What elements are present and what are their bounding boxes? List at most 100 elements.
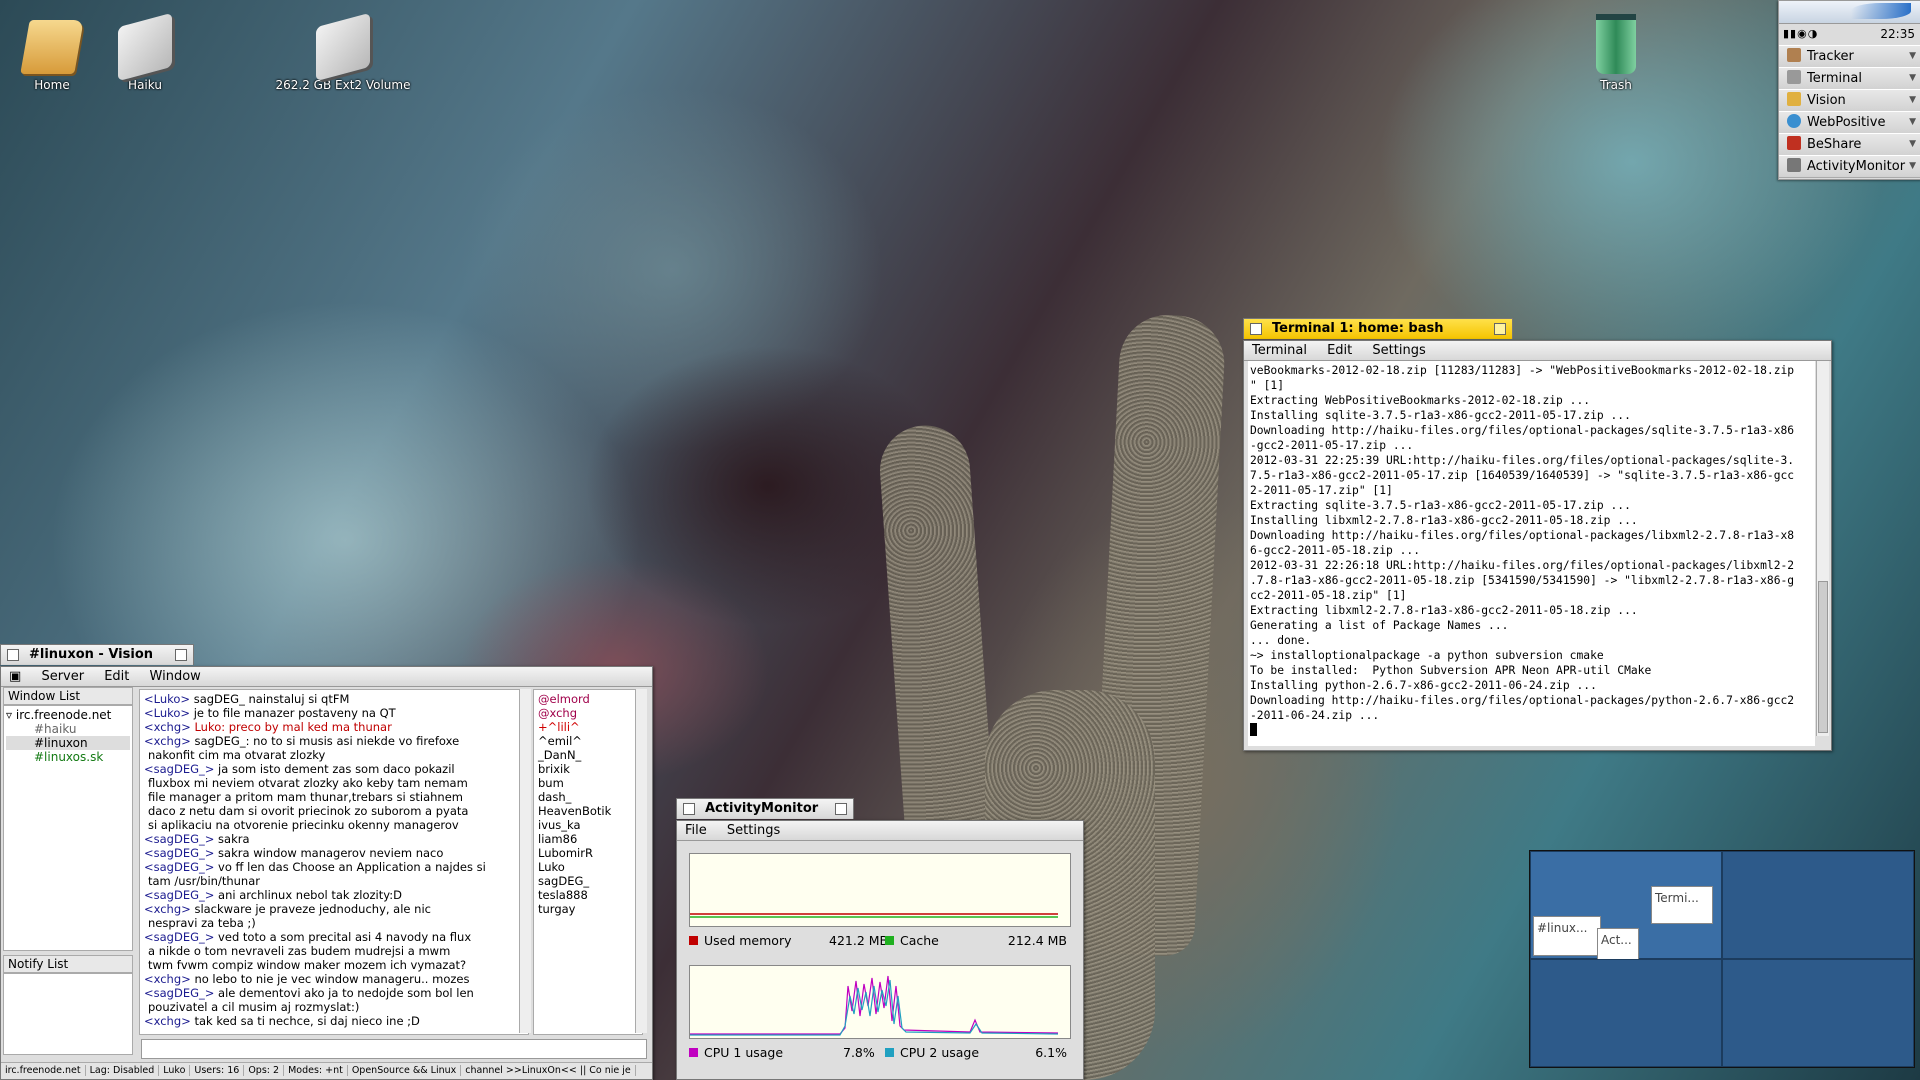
user-list-item[interactable]: @elmord <box>538 692 638 706</box>
memory-legend: Used memory 421.2 MB Cache 212.4 MB <box>689 933 1069 948</box>
terminal-line: 6-gcc2-2011-05-18.zip ... <box>1250 544 1421 557</box>
menu-window[interactable]: Window <box>142 669 209 684</box>
window-list-header: Window List <box>3 687 133 705</box>
user-list-item[interactable]: LubomirR <box>538 846 638 860</box>
menu-server[interactable]: Server <box>33 669 92 684</box>
activitymonitor-window: File Settings Used memory 421.2 MB Cache… <box>676 820 1084 1080</box>
user-list-item[interactable]: ^emil^ <box>538 734 638 748</box>
chat-nick: <sagDEG_> <box>144 846 215 860</box>
deskbar-item-webpositive[interactable]: WebPositive ▼ <box>1779 111 1920 134</box>
status-field: Lag: Disabled <box>85 1065 160 1076</box>
tree-channel-haiku[interactable]: #haiku <box>6 722 130 736</box>
terminal-line: .7.8-r1a3-x86-gcc2-2011-05-18.zip [53415… <box>1250 574 1795 587</box>
user-list-item[interactable]: Luko <box>538 860 638 874</box>
chat-scrollbar[interactable] <box>519 689 531 1033</box>
chat-input[interactable] <box>141 1039 647 1059</box>
menu-settings[interactable]: Settings <box>1364 343 1433 358</box>
chat-message: si aplikaciu na otvorenie priecinku oken… <box>144 818 524 832</box>
menu-edit[interactable]: Edit <box>1319 343 1360 358</box>
tree-expander-icon[interactable]: ▿ <box>6 708 12 722</box>
close-icon[interactable] <box>683 803 695 815</box>
desktop-icon-haiku[interactable]: Haiku <box>85 12 205 92</box>
cpu2-usage-line <box>690 979 1059 1036</box>
user-list[interactable]: @elmord @xchg +^lili^ ^emil^ _DanN_ brixik bum… <box>533 689 643 1035</box>
chat-message: <xchg> tak ked sa ti nechce, si daj niec… <box>144 1014 524 1028</box>
deskbar-leaf-menu[interactable] <box>1779 1 1920 24</box>
user-list-item[interactable]: brixik <box>538 762 638 776</box>
chat-log[interactable]: <Luko> sagDEG_ nainstaluj si qtFM <Luko> … <box>139 689 529 1035</box>
desktop-icon-trash[interactable]: Trash <box>1556 20 1676 92</box>
menu-edit[interactable]: Edit <box>96 669 137 684</box>
menu-file[interactable]: File <box>677 823 715 838</box>
chat-nick: <xchg> <box>144 1014 191 1028</box>
workspace-3[interactable] <box>1530 959 1722 1067</box>
terminal-line: " [1] <box>1250 379 1285 392</box>
scroll-thumb[interactable] <box>1818 581 1828 733</box>
user-list-item[interactable]: +^lili^ <box>538 720 638 734</box>
zoom-icon[interactable] <box>175 649 187 661</box>
deskbar-item-activitymonitor[interactable]: ActivityMonitor ▼ <box>1779 155 1920 178</box>
user-list-item[interactable]: turgay <box>538 902 638 916</box>
chat-nick: <sagDEG_> <box>144 930 215 944</box>
chevron-down-icon: ▼ <box>1909 117 1916 127</box>
vision-app-icon[interactable]: ▣ <box>1 669 29 684</box>
notify-list[interactable] <box>3 973 133 1055</box>
tree-channel-linuxon[interactable]: #linuxon <box>6 736 130 750</box>
zoom-icon[interactable] <box>1494 323 1506 335</box>
chat-message: <sagDEG_> ved toto a som precital asi 4 … <box>144 930 524 944</box>
window-list[interactable]: ▿ irc.freenode.net #haiku #linuxon #linu… <box>3 705 133 951</box>
terminal-output[interactable]: veBookmarks-2012-02-18.zip [11283/11283]… <box>1248 361 1815 746</box>
user-list-item[interactable]: HeavenBotik <box>538 804 638 818</box>
memory-graph-plot <box>690 913 1058 918</box>
user-list-item[interactable]: bum <box>538 776 638 790</box>
terminal-cursor <box>1250 723 1813 738</box>
workspace-window-terminal[interactable]: Termi... <box>1651 886 1713 924</box>
chat-message: <Luko> je to file manazer postaveny na Q… <box>144 706 524 720</box>
user-list-item[interactable]: sagDEG_ <box>538 874 638 888</box>
zoom-icon[interactable] <box>835 803 847 815</box>
user-list-item[interactable]: tesla888 <box>538 888 638 902</box>
chat-nick: <sagDEG_> <box>144 832 215 846</box>
deskbar-clock[interactable]: 22:35 <box>1880 27 1915 41</box>
system-tray[interactable]: ▮▮◉◑ <box>1783 27 1818 40</box>
deskbar-item-tracker[interactable]: Tracker ▼ <box>1779 45 1920 68</box>
chat-text: twm fvwm compiz window maker mozem ich v… <box>148 958 467 972</box>
tree-channel-linuxos[interactable]: #linuxos.sk <box>6 750 130 764</box>
terminal-line: Downloading http://haiku-files.org/files… <box>1250 424 1795 437</box>
close-icon[interactable] <box>7 649 19 661</box>
workspace-window-activitymonitor[interactable]: Act... <box>1597 928 1639 960</box>
chat-message: <xchg> Luko: preco by mal ked ma thunar <box>144 720 524 734</box>
terminal-line: ... done. <box>1250 634 1312 647</box>
tracker-icon <box>1787 48 1801 62</box>
user-list-item[interactable]: dash_ <box>538 790 638 804</box>
tree-server[interactable]: ▿ irc.freenode.net <box>6 708 130 722</box>
workspace-4[interactable] <box>1722 959 1914 1067</box>
activitymonitor-title-tab[interactable]: ActivityMonitor <box>676 798 854 819</box>
userlist-scrollbar[interactable] <box>635 689 647 1033</box>
user-list-item[interactable]: _DanN_ <box>538 748 638 762</box>
vision-title-tab[interactable]: #linuxon - Vision <box>0 644 194 665</box>
menu-settings[interactable]: Settings <box>719 823 788 838</box>
chat-text: nakonfit cim ma otvarat zlozky <box>148 748 326 762</box>
user-list-item[interactable]: liam86 <box>538 832 638 846</box>
menu-terminal[interactable]: Terminal <box>1244 343 1315 358</box>
terminal-title-tab[interactable]: Terminal 1: home: bash <box>1243 318 1513 339</box>
terminal-scrollbar[interactable] <box>1816 361 1829 736</box>
workspace-1[interactable]: Termi... #linux... Act... <box>1530 851 1722 960</box>
deskbar-item-vision[interactable]: Vision ▼ <box>1779 89 1920 112</box>
deskbar-item-beshare[interactable]: BeShare ▼ <box>1779 133 1920 156</box>
chat-text: slackware je praveze jednoduchy, ale nic <box>190 902 431 916</box>
chat-text: ani archlinux nebol tak zlozity:D <box>214 888 402 902</box>
drive-icon <box>316 12 370 82</box>
workspace-window-vision[interactable]: #linux... <box>1533 916 1601 956</box>
workspaces-applet: Termi... #linux... Act... <box>1529 850 1915 1068</box>
terminal-line: veBookmarks-2012-02-18.zip [11283/11283]… <box>1250 364 1795 377</box>
user-list-item[interactable]: @xchg <box>538 706 638 720</box>
desktop-icon-ext2-volume[interactable]: 262.2 GB Ext2 Volume <box>268 12 418 92</box>
chat-nick: <sagDEG_> <box>144 888 215 902</box>
workspace-2[interactable] <box>1722 851 1914 959</box>
deskbar-item-terminal[interactable]: Terminal ▼ <box>1779 67 1920 90</box>
user-list-item[interactable]: ivus_ka <box>538 818 638 832</box>
terminal-line: 7.5-r1a3-x86-gcc2-2011-05-17.zip [164053… <box>1250 469 1795 482</box>
close-icon[interactable] <box>1250 323 1262 335</box>
